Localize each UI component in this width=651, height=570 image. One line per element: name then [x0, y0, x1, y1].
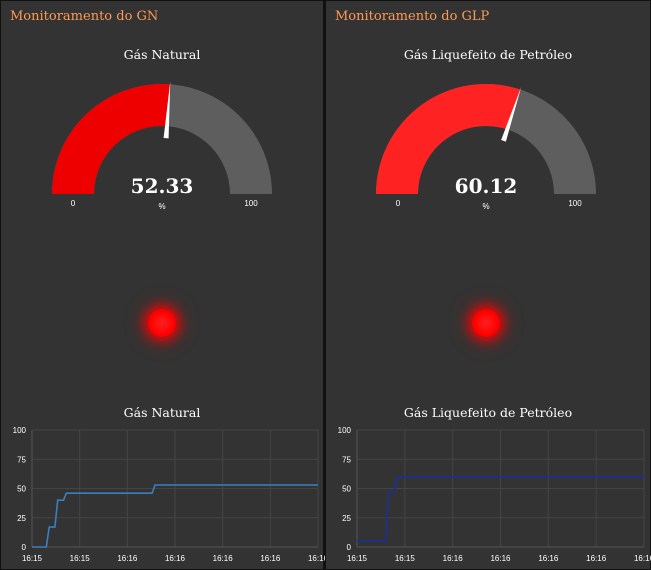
y-tick-label: 75 [17, 455, 26, 464]
line-chart-glp: 0 25 50 75 100 16:15 16:15 16:16 16:16 16:16 16:16… [338, 426, 651, 563]
x-tick-label: 16:15 [395, 554, 416, 563]
y-tick-label: 25 [17, 514, 26, 523]
x-tick-label: 16:16 [308, 554, 325, 563]
x-tick-label: 16:16 [586, 554, 607, 563]
y-tick-label: 75 [342, 455, 351, 464]
x-tick-label: 16:16 [443, 554, 464, 563]
x-tick-label: 16:15 [70, 554, 91, 563]
y-tick-label: 50 [342, 485, 351, 494]
y-tick-label: 25 [342, 514, 351, 523]
line-chart-gn: 0 25 50 75 100 16:15 16:15 16:16 16:16 16:16 16:16… [13, 426, 325, 563]
x-tick-label: 16:16 [260, 554, 281, 563]
panel-gn: Monitoramento do GN Gás Natural 52.33 % … [0, 0, 325, 570]
x-tick-label: 16:16 [538, 554, 559, 563]
x-tick-label: 16:16 [213, 554, 234, 563]
x-tick-label: 16:15 [347, 554, 368, 563]
y-tick-label: 100 [338, 426, 352, 435]
x-tick-label: 16:16 [117, 554, 138, 563]
y-tick-label: 100 [13, 426, 27, 435]
y-tick-label: 0 [347, 543, 352, 552]
x-tick-label: 16:16 [634, 554, 651, 563]
panel-glp: Monitoramento do GLP Gás Liquefeito de P… [325, 0, 651, 570]
y-tick-label: 0 [22, 543, 27, 552]
x-tick-label: 16:16 [490, 554, 511, 563]
y-tick-label: 50 [17, 485, 26, 494]
x-tick-label: 16:15 [22, 554, 43, 563]
x-tick-label: 16:16 [165, 554, 186, 563]
